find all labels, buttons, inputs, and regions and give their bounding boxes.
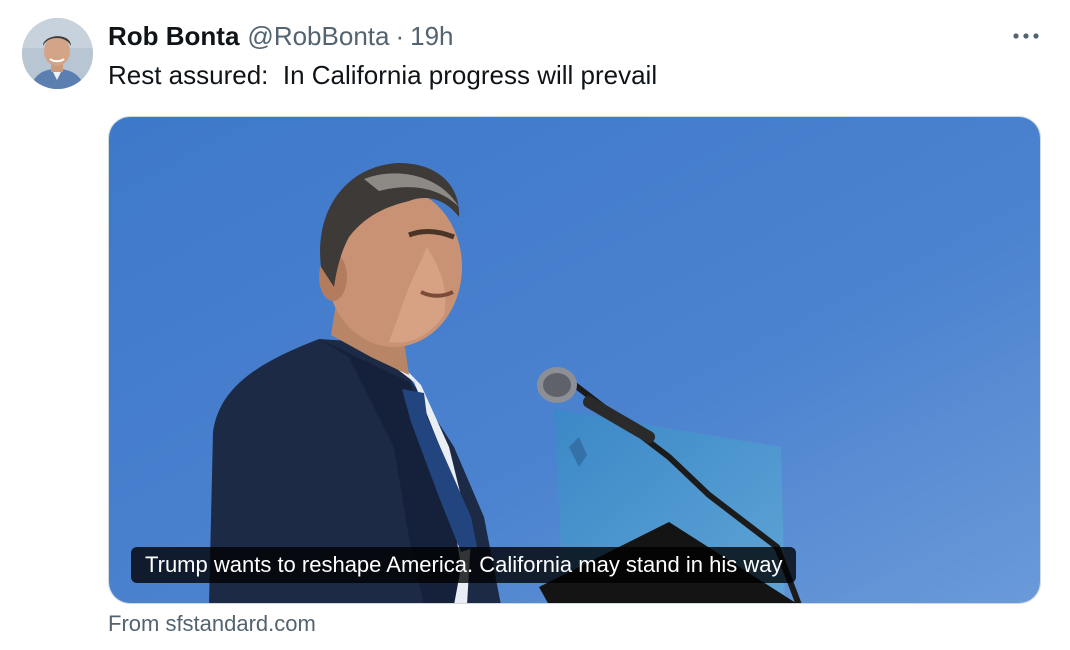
separator-dot: · — [395, 20, 405, 51]
author-handle[interactable]: @RobBonta — [247, 21, 389, 52]
avatar-image — [22, 18, 93, 89]
more-options-icon — [1013, 33, 1039, 39]
link-card-source[interactable]: From sfstandard.com — [108, 611, 316, 637]
more-options-button[interactable] — [1010, 24, 1042, 48]
link-card[interactable]: Trump wants to reshape America. Californ… — [108, 116, 1041, 604]
tweet-header: Rob Bonta @RobBonta · 19h — [108, 19, 454, 53]
link-card-headline: Trump wants to reshape America. Californ… — [131, 547, 797, 583]
author-display-name[interactable]: Rob Bonta — [108, 21, 239, 52]
tweet: Rob Bonta @RobBonta · 19h Rest assured: … — [0, 0, 1070, 650]
tweet-text: Rest assured: In California progress wil… — [108, 60, 658, 90]
tweet-timestamp[interactable]: 19h — [410, 21, 453, 52]
avatar[interactable] — [22, 18, 93, 89]
link-card-image — [109, 117, 1040, 603]
